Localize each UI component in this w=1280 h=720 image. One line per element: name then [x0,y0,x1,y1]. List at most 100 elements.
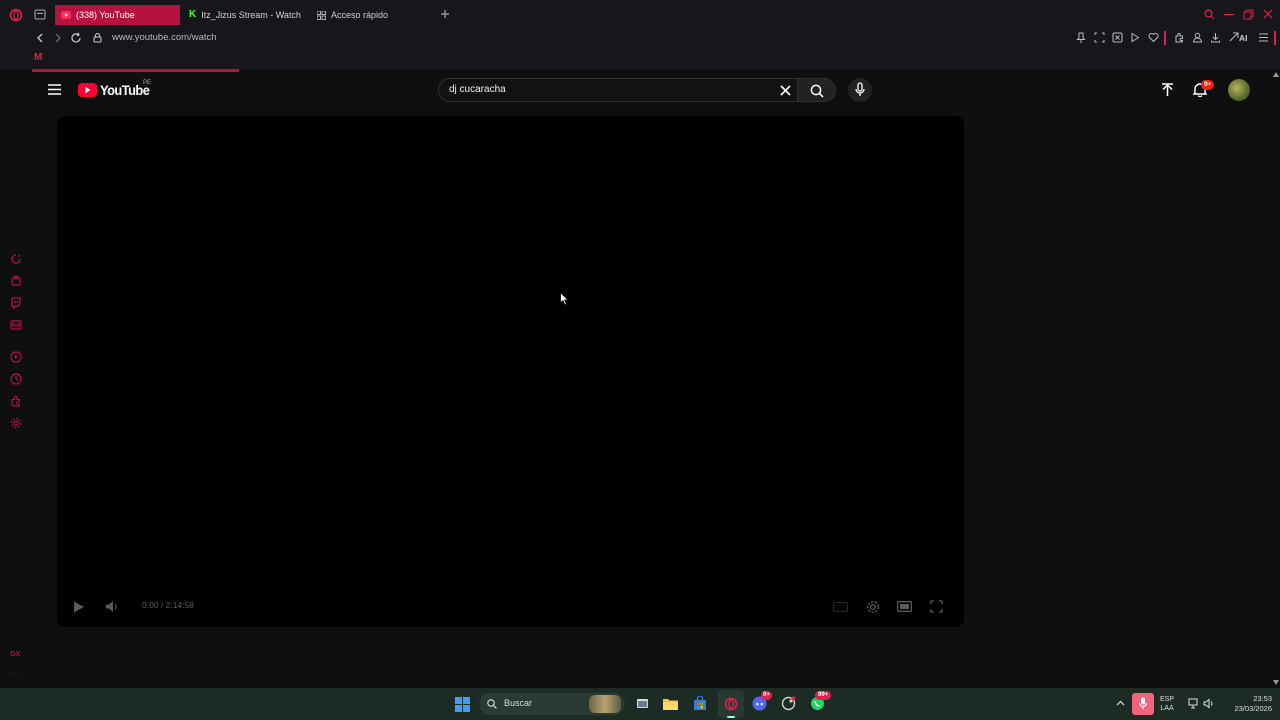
settings-icon[interactable] [866,600,880,614]
total-duration: 2:14:58 [165,600,195,610]
keyboard-layout: LAA [1160,705,1174,712]
aria-ai-icon[interactable] [1229,32,1239,43]
microphone-in-use-indicator[interactable] [1132,693,1154,715]
gx-label[interactable]: GX [10,651,20,658]
bookmarks-bar: M [0,49,1280,69]
upload-icon[interactable] [1161,83,1174,97]
input-language[interactable]: ESP LAA [1160,695,1174,713]
fullscreen-icon[interactable] [930,600,943,613]
volume-icon[interactable] [105,600,119,613]
taskbar-search-icon [487,699,497,709]
guide-menu-icon[interactable] [48,84,61,95]
tab-search-icon[interactable] [1204,9,1215,20]
pin-icon[interactable] [1076,32,1086,44]
video-player[interactable]: 0:00 / 2:14:58 [57,116,964,627]
task-view-icon[interactable] [636,697,649,710]
windows-taskbar: Buscar 9+ 99+ ESP LAA 23:53 23/03/2026 [0,688,1280,720]
scroll-down-arrow-icon[interactable] [1273,680,1279,685]
favorite-heart-icon[interactable] [1148,32,1159,43]
history-clock-icon[interactable] [10,373,22,385]
tray-microphone-icon [1139,697,1147,710]
extensions-puzzle-icon[interactable] [1174,32,1185,43]
search-box[interactable]: dj cucaracha [438,78,797,102]
microphone-icon [855,82,865,97]
network-icon[interactable] [1188,698,1200,709]
tray-chevron-up-icon[interactable] [1116,700,1125,706]
gmail-bookmark[interactable]: M [34,52,42,64]
mouse-cursor-icon [560,292,569,306]
forward-arrow-icon[interactable] [53,32,63,44]
workspaces-icon[interactable] [34,9,46,20]
page-scrollbar[interactable] [1272,69,1280,688]
steam-helper-icon[interactable] [781,696,796,711]
address-bar-row: www.youtube.com/watch AI [0,29,1280,49]
youtube-play-logo-icon [78,83,97,97]
adblock-shield-icon[interactable] [1112,32,1123,43]
opera-gx-taskbar-icon [724,697,738,711]
language-code: ESP [1160,696,1175,703]
clock-date: 23/03/2026 [1234,704,1272,713]
video-popout-play-icon[interactable] [1130,32,1140,43]
settings-gear-icon[interactable] [10,417,22,429]
subtitles-icon[interactable] [833,602,848,612]
taskbar-search-box[interactable]: Buscar [479,693,625,715]
active-app-indicator [727,716,735,718]
youtube-logo-text: YouTube [100,82,150,98]
profile-icon[interactable] [1192,32,1203,43]
discord-badge: 9+ [761,691,772,700]
speaker-volume-icon[interactable] [1203,698,1214,709]
url-field[interactable]: www.youtube.com/watch [112,31,217,45]
avatar[interactable] [1228,79,1250,101]
search-highlight-image [589,695,621,713]
toolbar-edge-accent [1274,31,1276,45]
search-button[interactable] [797,78,836,102]
ai-label[interactable]: AI [1239,31,1248,45]
play-icon[interactable] [73,601,85,613]
restore-window-icon[interactable] [1243,9,1254,20]
browser-sidebar: GX ··· [0,69,32,688]
sidebar-more-icon[interactable]: ··· [10,669,18,678]
gmail-sidebar-icon[interactable] [10,319,22,331]
scroll-up-arrow-icon[interactable] [1273,72,1279,77]
twitch-icon[interactable] [10,297,22,309]
minimize-window-icon[interactable] [1224,14,1234,16]
taskbar-clock[interactable]: 23:53 23/03/2026 [1222,694,1272,714]
tab-label: Itz_Jizus Stream - Watch [201,10,301,20]
grid-favicon-icon [317,10,326,20]
clock-time: 23:53 [1253,694,1272,703]
snapshot-icon[interactable] [1094,32,1105,43]
opera-gx-taskbar-button[interactable] [718,690,744,718]
new-tab-plus-icon[interactable] [440,9,450,19]
opera-gx-logo-icon[interactable] [9,8,23,22]
close-window-icon[interactable] [1263,9,1273,19]
tab-kick-stream[interactable]: K Itz_Jizus Stream - Watch [183,5,301,25]
tab-youtube[interactable]: (338) YouTube [55,5,180,25]
player-icon[interactable] [10,351,22,363]
back-arrow-icon[interactable] [35,32,45,44]
theater-mode-icon[interactable] [897,601,912,612]
gx-corner-icon[interactable] [10,275,22,287]
voice-search-button[interactable] [848,78,872,102]
notification-count-badge: 9+ [1201,80,1215,90]
secure-lock-icon[interactable] [93,32,102,43]
download-icon[interactable] [1210,32,1221,43]
clear-search-icon[interactable] [780,85,791,96]
menu-hamburger-icon[interactable] [1258,33,1269,42]
search-input[interactable]: dj cucaracha [449,84,506,95]
tab-acceso-rapido[interactable]: Acceso rápido [311,5,421,25]
time-separator: / [160,600,164,610]
tab-label: Acceso rápido [331,10,389,20]
gx-control-icon[interactable] [10,253,22,265]
file-explorer-icon[interactable] [663,697,678,710]
tab-label: (338) YouTube [76,10,135,20]
windows-start-icon[interactable] [455,697,470,712]
extensions-sidebar-icon[interactable] [10,395,22,407]
taskbar-search-placeholder: Buscar [504,698,533,708]
reload-icon[interactable] [70,32,82,44]
page-load-progress-bar [32,69,239,72]
youtube-favicon-icon [61,11,71,19]
microsoft-store-icon[interactable] [693,696,707,711]
whatsapp-badge: 99+ [815,691,832,700]
time-display: 0:00 / 2:14:58 [142,600,194,610]
region-code: PE [143,80,152,86]
